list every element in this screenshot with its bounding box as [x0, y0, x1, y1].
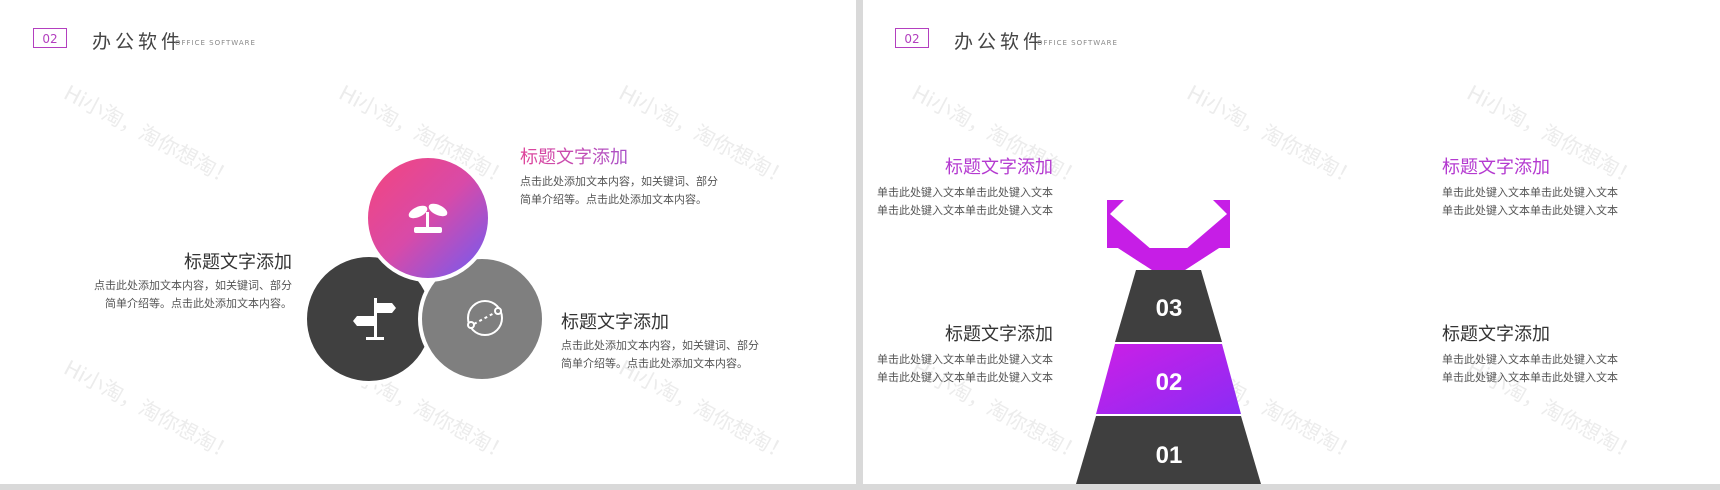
- item-desc-line1: 单击此处键入文本单击此处键入文本: [1442, 186, 1618, 199]
- item-desc-line2: 单击此处键入文本单击此处键入文本: [1442, 371, 1618, 384]
- step-label-03: 03: [1156, 295, 1183, 322]
- text-block-top-right: 标题文字添加 单击此处键入文本单击此处键入文本 单击此处键入文本单击此处键入文本: [1442, 153, 1618, 220]
- item-title: 标题文字添加: [1442, 157, 1550, 178]
- item-desc-line2: 单击此处键入文本单击此处键入文本: [877, 204, 1053, 217]
- item-desc-line2: 单击此处键入文本单击此处键入文本: [1442, 204, 1618, 217]
- item-title: 标题文字添加: [561, 312, 669, 333]
- item-desc-line1: 单击此处键入文本单击此处键入文本: [1442, 353, 1618, 366]
- item-desc-line1: 点击此处添加文本内容，如关键词、部分: [520, 175, 718, 188]
- item-desc-line1: 单击此处键入文本单击此处键入文本: [877, 186, 1053, 199]
- slide-left: Hi小淘，淘你想淘！ Hi小淘，淘你想淘！ Hi小淘，淘你想淘！ Hi小淘，淘你…: [0, 0, 856, 484]
- item-title: 标题文字添加: [184, 252, 292, 273]
- arrow-pyramid: 03 02 01: [1076, 200, 1261, 484]
- venn-diagram: [303, 154, 546, 385]
- item-title: 标题文字添加: [1442, 324, 1550, 345]
- item-title: 标题文字添加: [945, 157, 1053, 178]
- item-desc-line2: 简单介绍等。点击此处添加文本内容。: [105, 297, 292, 310]
- text-block-top-left: 标题文字添加 单击此处键入文本单击此处键入文本 单击此处键入文本单击此处键入文本: [877, 153, 1053, 220]
- text-block-left: 标题文字添加 点击此处添加文本内容，如关键词、部分 简单介绍等。点击此处添加文本…: [94, 248, 292, 313]
- slide-right: Hi小淘，淘你想淘！ Hi小淘，淘你想淘！ Hi小淘，淘你想淘！ Hi小淘，淘你…: [863, 0, 1720, 484]
- item-title: 标题文字添加: [945, 324, 1053, 345]
- step-label-01: 01: [1156, 442, 1183, 469]
- item-desc-line2: 简单介绍等。点击此处添加文本内容。: [561, 357, 748, 370]
- text-block-bottom-left: 标题文字添加 单击此处键入文本单击此处键入文本 单击此处键入文本单击此处键入文本: [877, 320, 1053, 387]
- step-label-02: 02: [1156, 369, 1183, 396]
- text-block-top: 标题文字添加 点击此处添加文本内容，如关键词、部分 简单介绍等。点击此处添加文本…: [520, 143, 718, 209]
- item-desc-line2: 单击此处键入文本单击此处键入文本: [877, 371, 1053, 384]
- item-desc-line1: 点击此处添加文本内容，如关键词、部分: [94, 279, 292, 292]
- item-desc-line2: 简单介绍等。点击此处添加文本内容。: [520, 193, 707, 206]
- text-block-bottom-right: 标题文字添加 单击此处键入文本单击此处键入文本 单击此处键入文本单击此处键入文本: [1442, 320, 1618, 387]
- item-desc-line1: 单击此处键入文本单击此处键入文本: [877, 353, 1053, 366]
- item-title: 标题文字添加: [520, 143, 718, 169]
- item-desc-line1: 点击此处添加文本内容，如关键词、部分: [561, 339, 759, 352]
- text-block-right: 标题文字添加 点击此处添加文本内容，如关键词、部分 简单介绍等。点击此处添加文本…: [561, 308, 759, 373]
